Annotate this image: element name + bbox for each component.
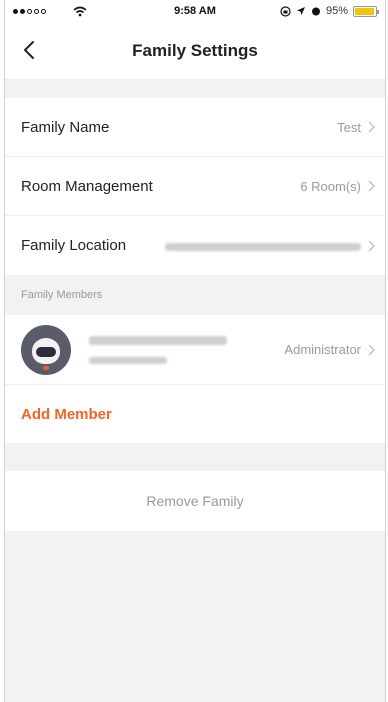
section-spacer — [5, 443, 385, 471]
location-arrow-icon — [296, 7, 305, 15]
family-settings-group: Family Name Test Room Management 6 Room(… — [5, 98, 385, 275]
family-name-value: Test — [337, 119, 361, 135]
rotation-lock-icon — [280, 5, 291, 17]
redacted-member-account — [89, 356, 167, 364]
room-management-label: Room Management — [21, 177, 153, 195]
battery-icon — [353, 5, 379, 17]
astronaut-avatar-icon — [21, 324, 71, 375]
chevron-right-icon — [368, 343, 375, 356]
status-left — [13, 6, 133, 17]
back-button[interactable] — [17, 38, 41, 62]
family-members-header: Family Members — [5, 275, 385, 315]
redacted-location — [165, 242, 361, 251]
navigation-bar: Family Settings — [5, 22, 385, 80]
family-name-label: Family Name — [21, 118, 110, 136]
status-time: 9:58 AM — [174, 5, 216, 17]
status-right: 95% — [257, 5, 379, 17]
family-name-row[interactable]: Family Name Test — [5, 98, 385, 157]
family-location-value — [126, 238, 361, 253]
page-title: Family Settings — [132, 40, 258, 60]
room-management-row[interactable]: Room Management 6 Room(s) — [5, 157, 385, 216]
add-member-row: Add Member — [5, 385, 385, 443]
chevron-right-icon — [368, 180, 375, 192]
add-member-button[interactable]: Add Member — [21, 406, 112, 423]
battery-level — [355, 7, 374, 15]
member-role: Administrator — [284, 342, 361, 357]
room-management-value: 6 Room(s) — [300, 178, 361, 194]
cellular-signal-icon — [13, 8, 46, 14]
member-info — [89, 335, 284, 364]
wifi-icon — [73, 6, 87, 16]
remove-family-row[interactable]: Remove Family — [5, 471, 385, 531]
alarm-icon — [311, 7, 320, 16]
battery-percent: 95% — [325, 5, 348, 17]
section-spacer — [5, 80, 385, 98]
chevron-left-icon — [24, 41, 34, 59]
family-location-label: Family Location — [21, 237, 127, 254]
remove-family-button[interactable]: Remove Family — [146, 493, 243, 509]
member-list-item[interactable]: Administrator — [5, 315, 385, 385]
chevron-right-icon — [368, 239, 375, 252]
family-location-row[interactable]: Family Location — [5, 216, 385, 275]
chevron-right-icon — [368, 121, 375, 133]
status-bar: 9:58 AM 95% — [5, 0, 385, 22]
redacted-member-name — [89, 335, 227, 345]
app-screen: 9:58 AM 95% Family Settings Family Name … — [4, 0, 386, 702]
